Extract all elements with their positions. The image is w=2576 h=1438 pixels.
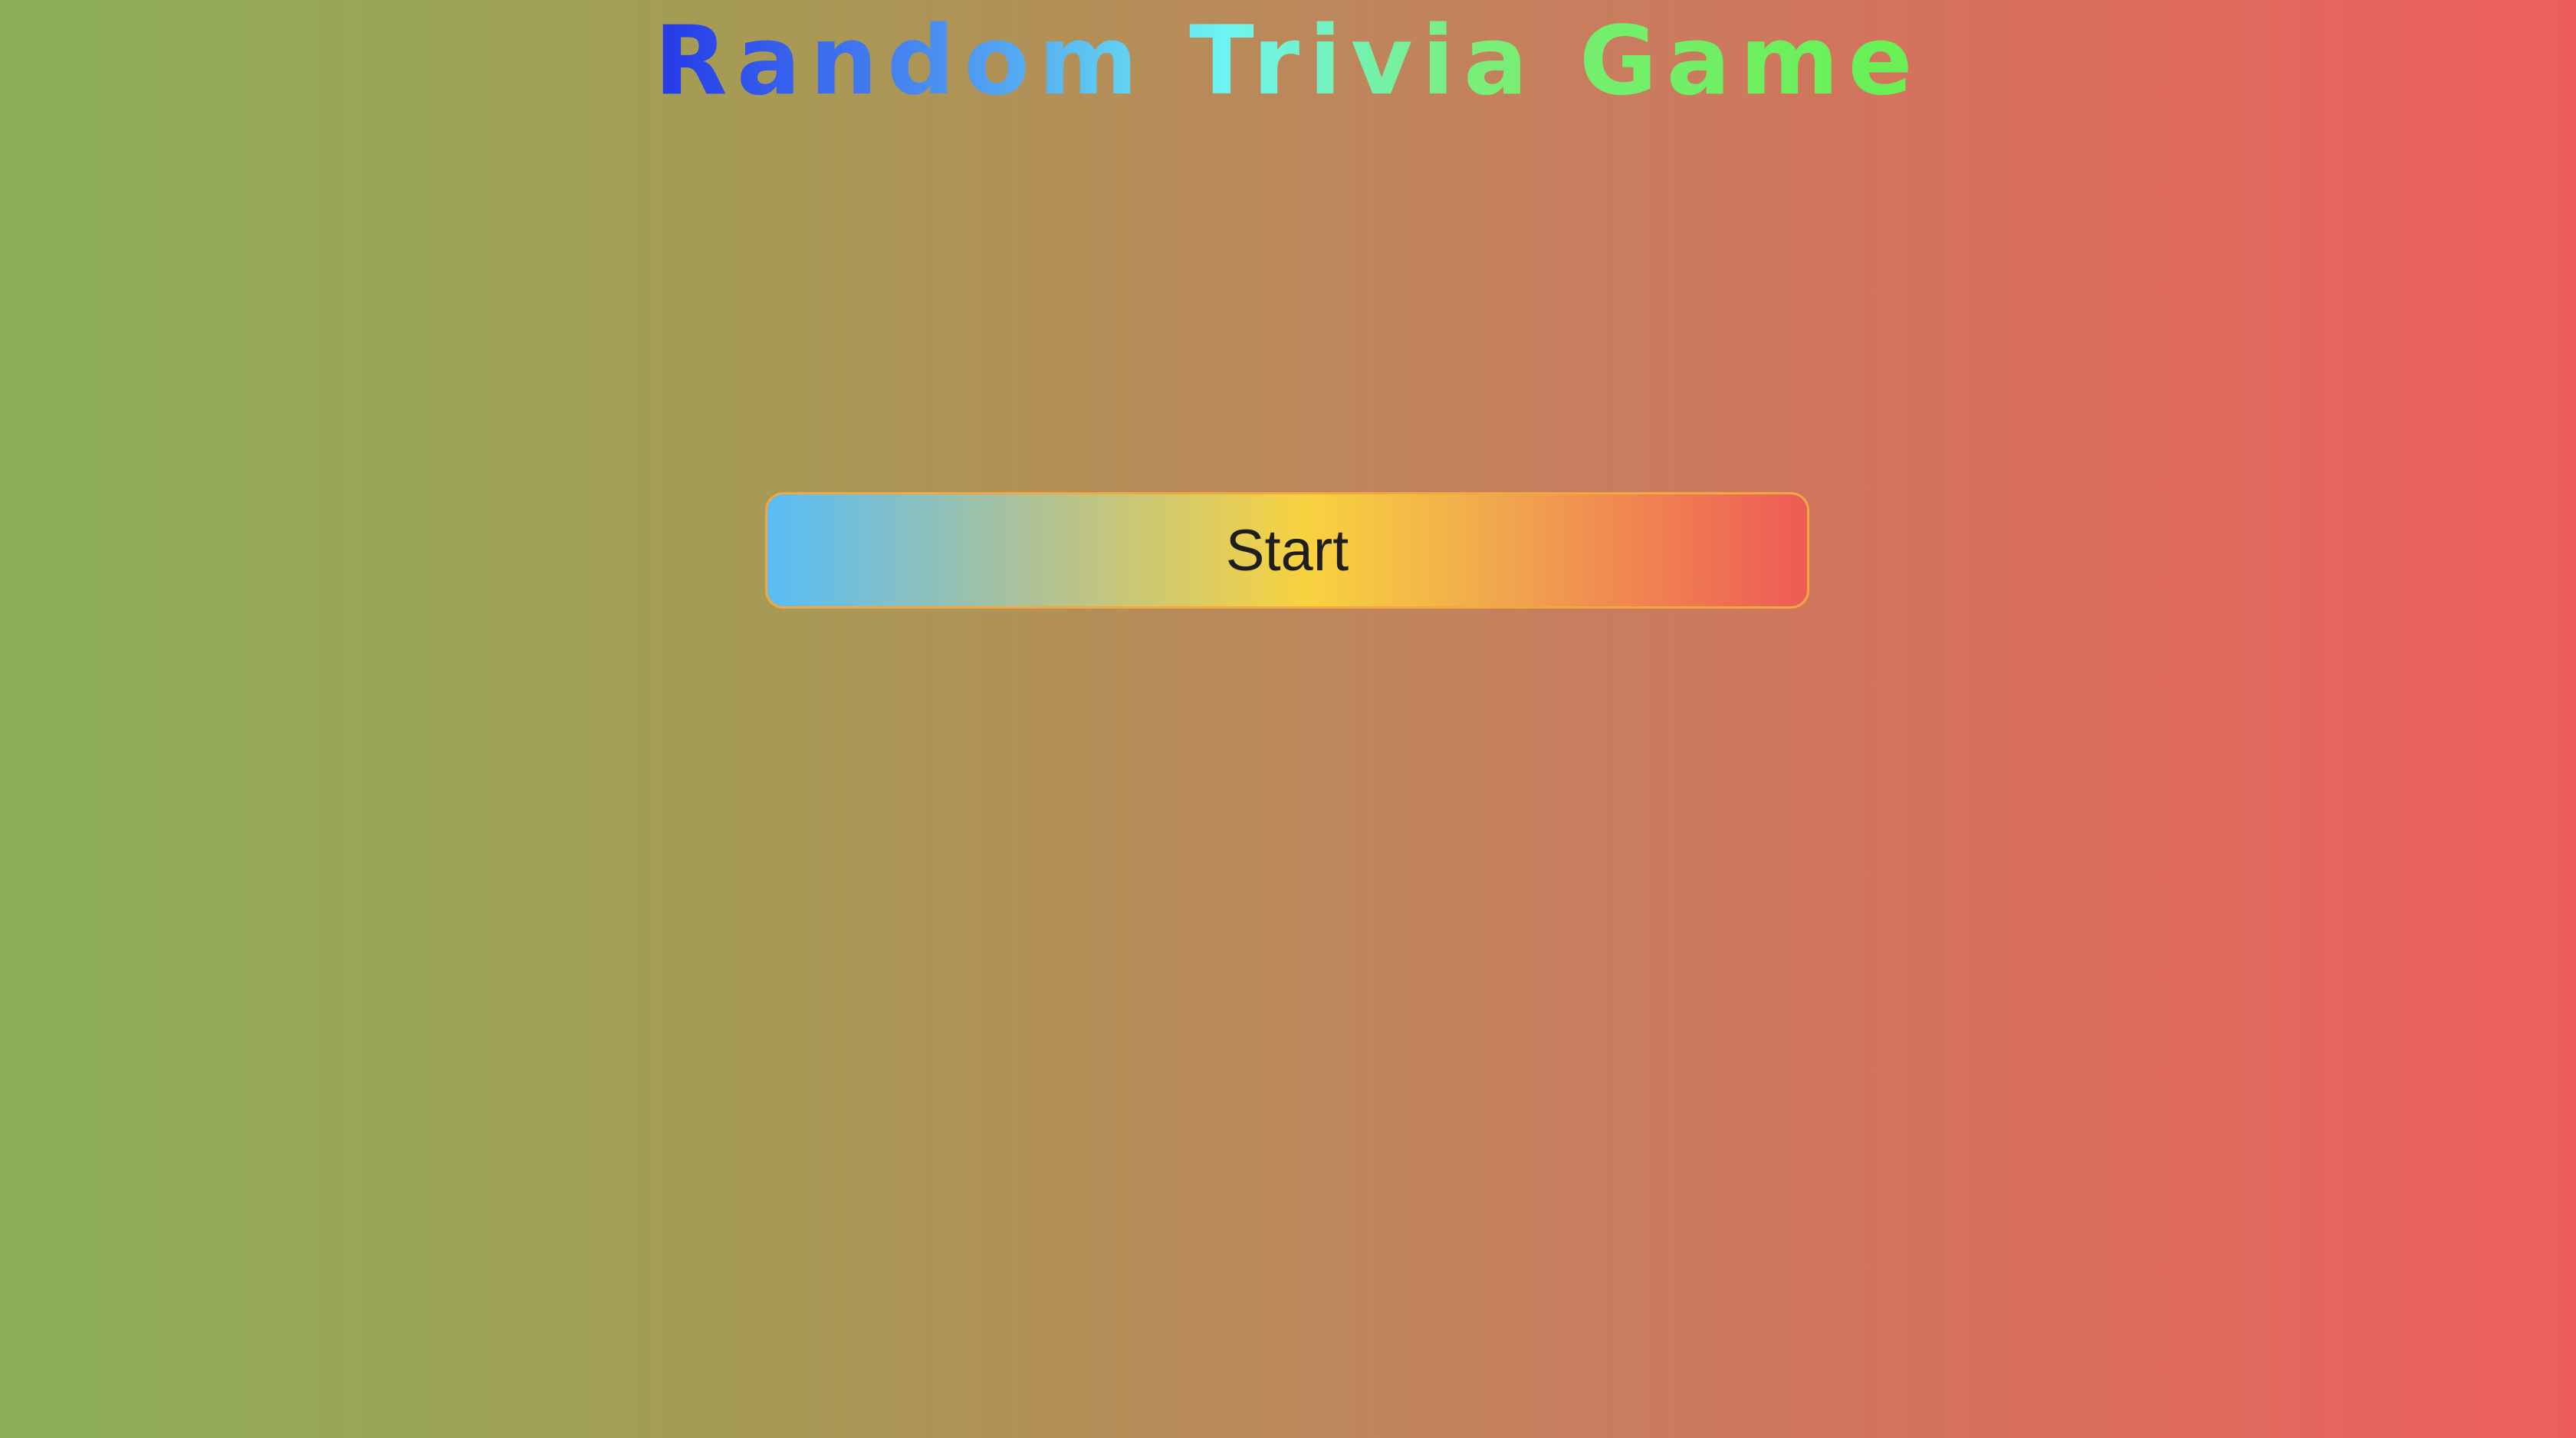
start-button-label: Start (1225, 517, 1349, 583)
page-title-text: Random Trivia Game (654, 6, 1922, 117)
page-title: Random Trivia Game (0, 0, 2576, 123)
start-button[interactable]: Start (765, 492, 1809, 609)
